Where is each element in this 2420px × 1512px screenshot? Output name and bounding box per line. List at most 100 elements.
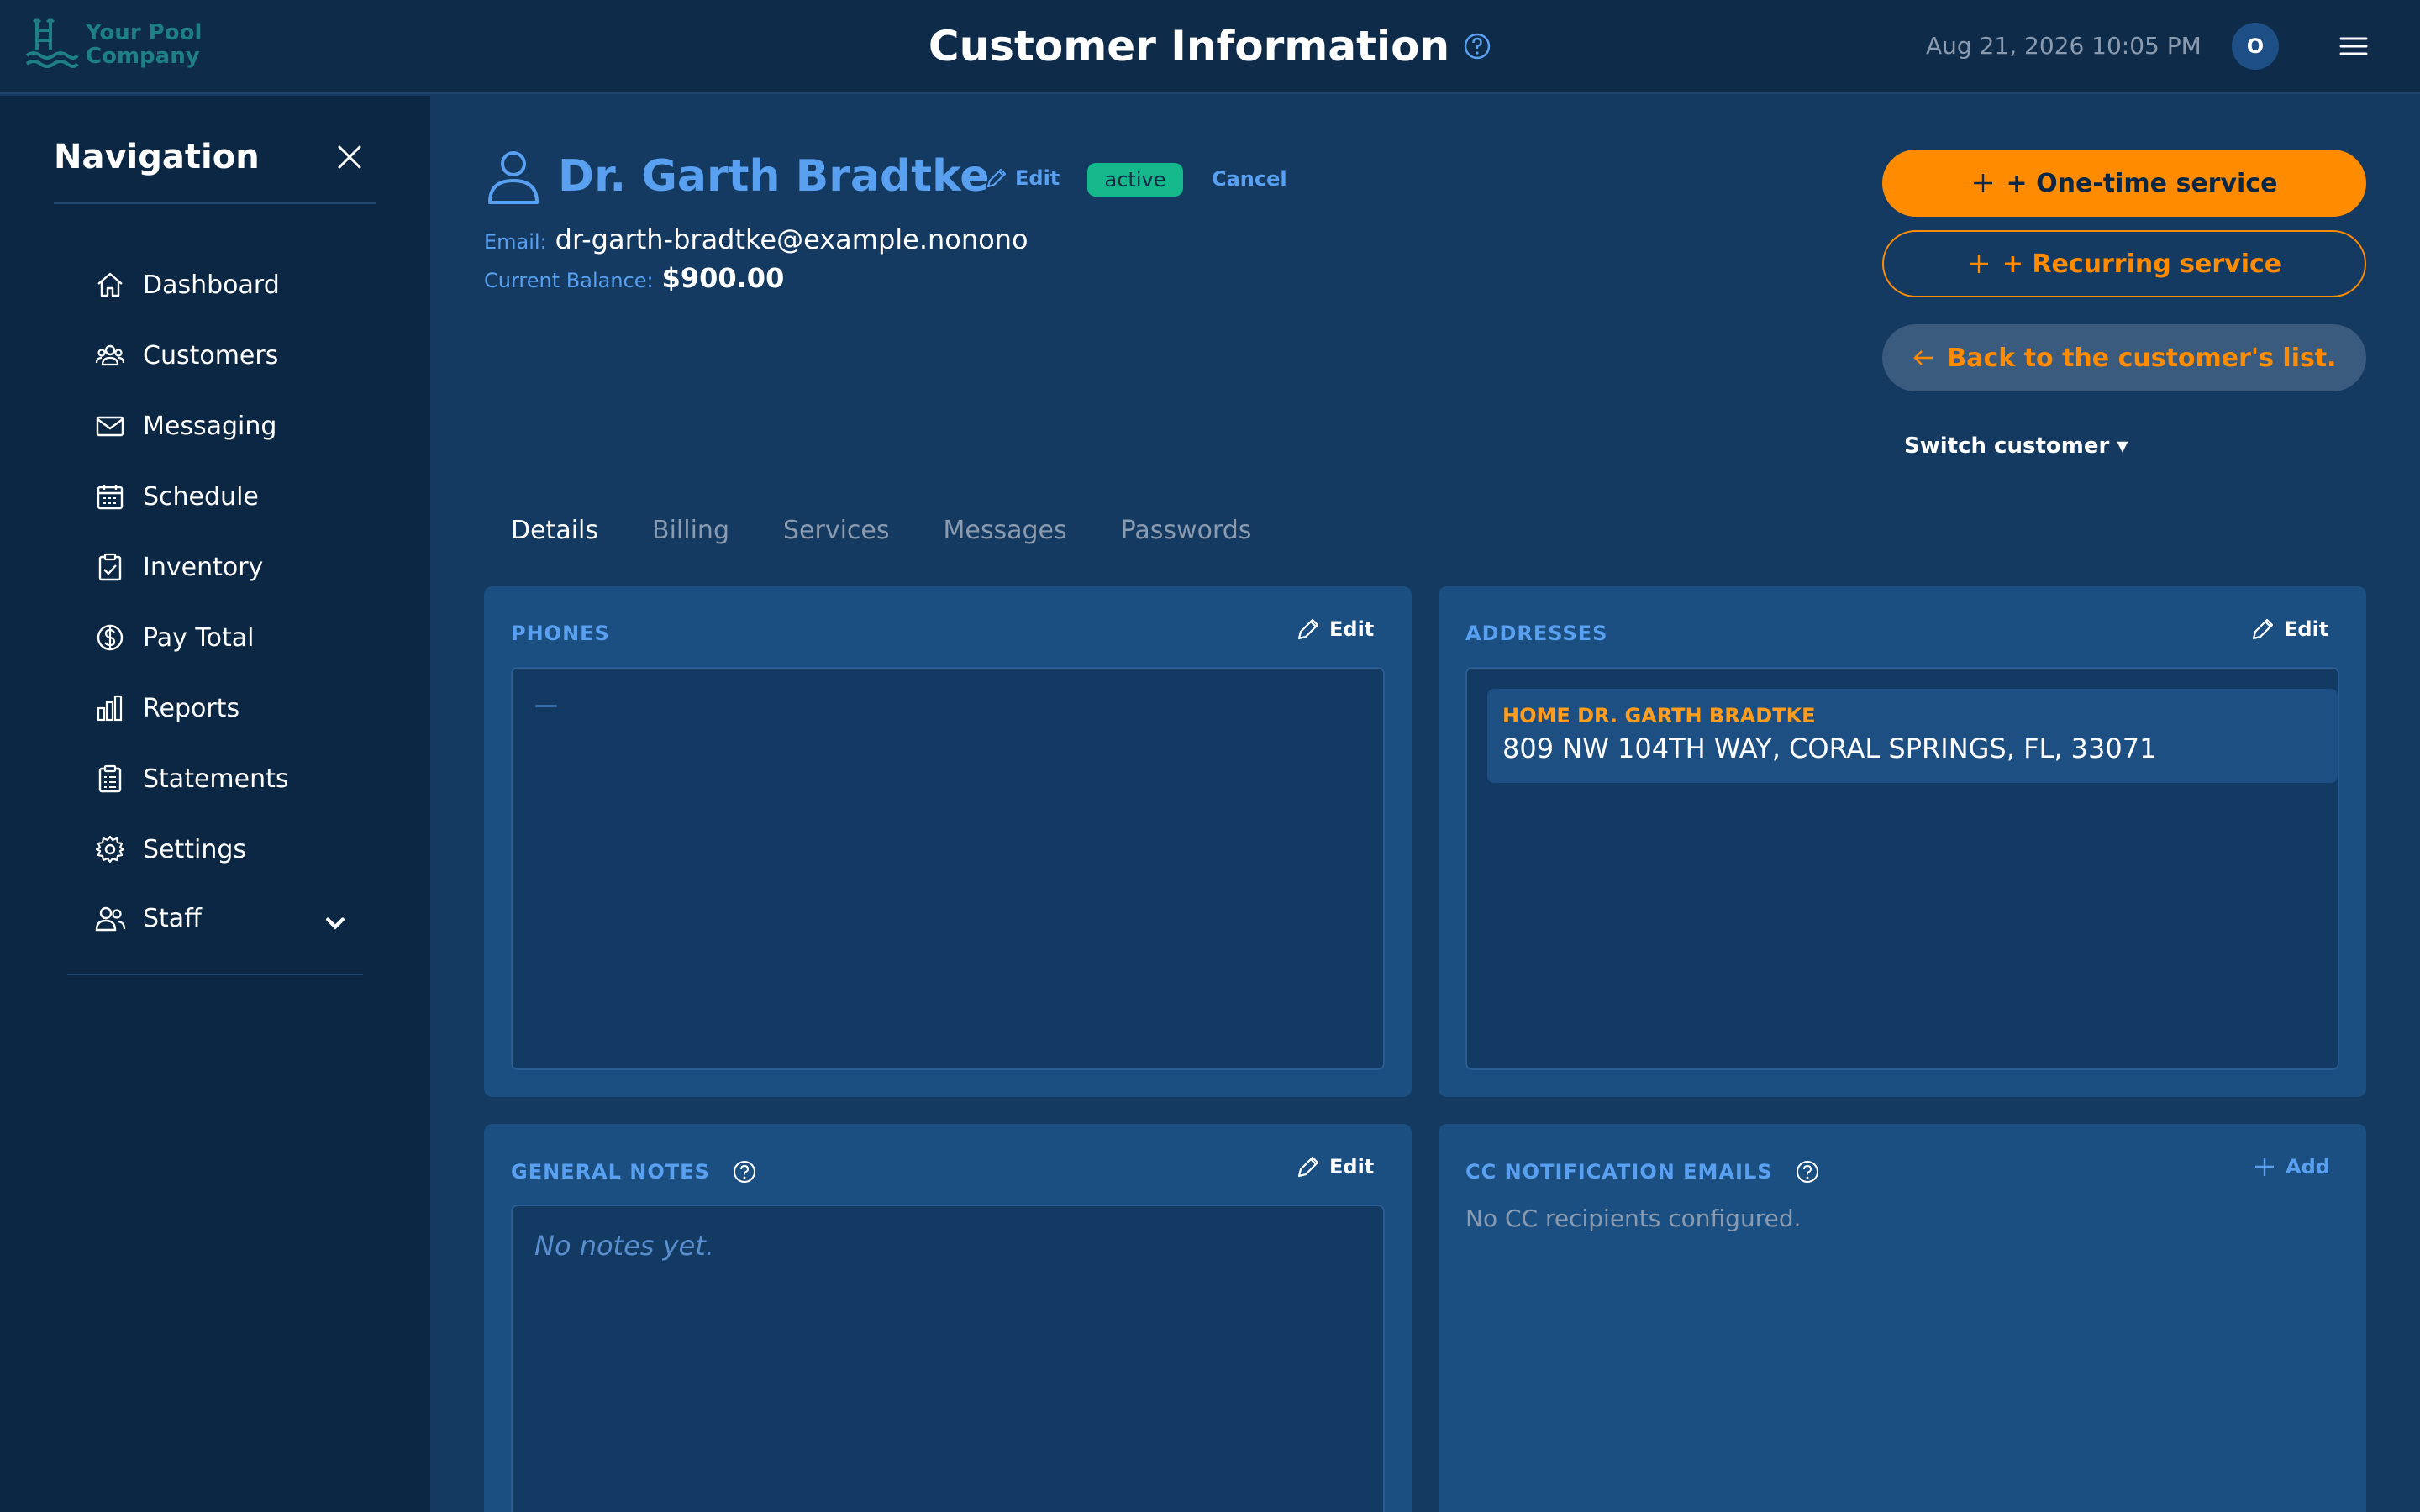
phones-card-title: PHONES	[511, 622, 610, 645]
clipboard-check-icon	[98, 553, 122, 581]
sidebar-title: Navigation	[54, 138, 260, 176]
home-icon	[97, 272, 123, 297]
add-cc-button[interactable]: Add	[2252, 1154, 2330, 1179]
email-label: Email:	[484, 230, 547, 254]
addresses-card: ADDRESSES Edit HOME DR. GARTH BRADTKE 80…	[1439, 586, 2366, 1097]
sidebar-item-pay-total[interactable]: Pay Total	[94, 617, 346, 659]
cancel-link[interactable]: Cancel	[1212, 167, 1287, 191]
bar-chart-icon	[97, 695, 123, 722]
edit-label: Edit	[1329, 617, 1375, 641]
phones-title: PHONES	[511, 622, 610, 645]
phones-list: —	[511, 667, 1385, 1070]
cc-emails-card: CC NOTIFICATION EMAILS Add No CC recipie…	[1439, 1124, 2366, 1512]
cc-card-title: CC NOTIFICATION EMAILS	[1465, 1159, 1820, 1184]
tab-services[interactable]: Services	[783, 516, 890, 545]
edit-notes-button[interactable]: Edit	[1296, 1154, 1374, 1179]
switch-customer-dropdown[interactable]: Switch customer ▾	[1904, 433, 2128, 459]
tab-messages[interactable]: Messages	[944, 516, 1067, 545]
edit-addresses-button[interactable]: Edit	[2250, 617, 2328, 642]
addresses-title: ADDRESSES	[1465, 622, 1608, 645]
edit-label: Edit	[1329, 1155, 1375, 1179]
sidebar-item-label: Dashboard	[143, 270, 280, 300]
address-label: HOME DR. GARTH BRADTKE	[1502, 704, 1816, 727]
sidebar-item-staff[interactable]: Staff	[94, 897, 346, 939]
customer-name: Dr. Garth Bradtke	[558, 151, 990, 202]
help-icon[interactable]	[1795, 1159, 1820, 1184]
person-icon	[488, 151, 539, 204]
sidebar-item-customers[interactable]: Customers	[94, 334, 346, 376]
plus-icon	[1973, 174, 1992, 192]
edit-phones-button[interactable]: Edit	[1296, 617, 1374, 642]
sidebar-item-settings[interactable]: Settings	[94, 828, 346, 870]
plus-icon	[2255, 1158, 2274, 1176]
sidebar-item-label: Reports	[143, 693, 240, 723]
email-row: Email: dr-garth-bradtke@example.nonono	[484, 223, 1028, 255]
notes-card: GENERAL NOTES Edit No notes yet.	[484, 1124, 1412, 1512]
addresses-card-title: ADDRESSES	[1465, 622, 1607, 645]
address-item[interactable]: HOME DR. GARTH BRADTKE 809 NW 104TH WAY,…	[1487, 689, 2338, 783]
balance-value: $900.00	[661, 262, 785, 294]
one-time-service-label: + One-time service	[2006, 168, 2278, 198]
cc-title: CC NOTIFICATION EMAILS	[1465, 1160, 1773, 1184]
sidebar-item-label: Staff	[143, 903, 202, 933]
sidebar-item-label: Statements	[143, 764, 289, 794]
phones-card: PHONES Edit —	[484, 586, 1412, 1097]
dollar-circle-icon	[97, 624, 124, 651]
mail-icon	[96, 416, 124, 437]
edit-label: Edit	[1015, 166, 1060, 190]
tab-bar: Details Billing Services Messages Passwo…	[511, 516, 1305, 545]
empty-cc: No CC recipients configured.	[1465, 1205, 1802, 1232]
tab-details[interactable]: Details	[511, 516, 598, 545]
edit-customer-button[interactable]: Edit	[985, 166, 1060, 190]
staff-icon	[95, 906, 126, 932]
sidebar-divider	[54, 202, 376, 204]
arrow-left-icon	[1913, 350, 1933, 365]
empty-phones: —	[534, 690, 558, 718]
pencil-icon	[986, 168, 1007, 188]
sidebar-item-schedule[interactable]: Schedule	[94, 475, 346, 517]
sidebar-item-messaging[interactable]: Messaging	[94, 405, 346, 447]
sidebar-item-statements[interactable]: Statements	[94, 758, 346, 800]
empty-notes: No notes yet.	[534, 1230, 714, 1262]
sidebar-item-label: Inventory	[143, 552, 264, 582]
help-icon[interactable]	[1463, 32, 1491, 60]
pencil-icon	[2252, 618, 2274, 640]
current-datetime: Aug 21, 2026 10:05 PM	[1926, 32, 2202, 60]
calendar-icon	[97, 485, 124, 510]
balance-label: Current Balance:	[484, 269, 654, 292]
sidebar-item-label: Pay Total	[143, 622, 255, 653]
add-label: Add	[2286, 1155, 2330, 1179]
top-bar: Your Pool Company Customer Information A…	[0, 0, 2420, 94]
recurring-service-label: + Recurring service	[2002, 249, 2282, 279]
tab-passwords[interactable]: Passwords	[1121, 516, 1252, 545]
sidebar-item-inventory[interactable]: Inventory	[94, 546, 346, 588]
tab-billing[interactable]: Billing	[652, 516, 729, 545]
one-time-service-button[interactable]: + One-time service	[1882, 150, 2366, 217]
edit-label: Edit	[2284, 617, 2329, 641]
recurring-service-button[interactable]: + Recurring service	[1882, 230, 2366, 297]
notes-card-title: GENERAL NOTES	[511, 1159, 757, 1184]
back-to-list-label: Back to the customer's list.	[1947, 343, 2337, 373]
email-value: dr-garth-bradtke@example.nonono	[555, 223, 1028, 255]
sidebar-item-dashboard[interactable]: Dashboard	[94, 264, 346, 306]
back-to-list-button[interactable]: Back to the customer's list.	[1882, 324, 2366, 391]
users-icon	[95, 344, 125, 366]
page-title: Customer Information	[928, 22, 1450, 71]
pencil-icon	[1297, 1156, 1319, 1178]
menu-icon[interactable]	[2338, 34, 2370, 59]
plus-icon	[1969, 255, 1988, 273]
notes-title: GENERAL NOTES	[511, 1160, 710, 1184]
address-text: 809 NW 104TH WAY, CORAL SPRINGS, FL, 330…	[1502, 732, 2157, 764]
sidebar-item-reports[interactable]: Reports	[94, 687, 346, 729]
close-icon[interactable]	[334, 142, 365, 172]
pencil-icon	[1297, 618, 1319, 640]
sidebar-item-label: Messaging	[143, 411, 277, 441]
chevron-down-icon[interactable]	[319, 907, 351, 939]
addresses-list: HOME DR. GARTH BRADTKE 809 NW 104TH WAY,…	[1465, 667, 2339, 1070]
gear-icon	[95, 835, 125, 864]
help-icon[interactable]	[732, 1159, 757, 1184]
document-list-icon	[98, 764, 122, 793]
sidebar-item-label: Customers	[143, 340, 279, 370]
user-avatar[interactable]: O	[2232, 23, 2279, 70]
sidebar-item-label: Schedule	[143, 481, 259, 512]
